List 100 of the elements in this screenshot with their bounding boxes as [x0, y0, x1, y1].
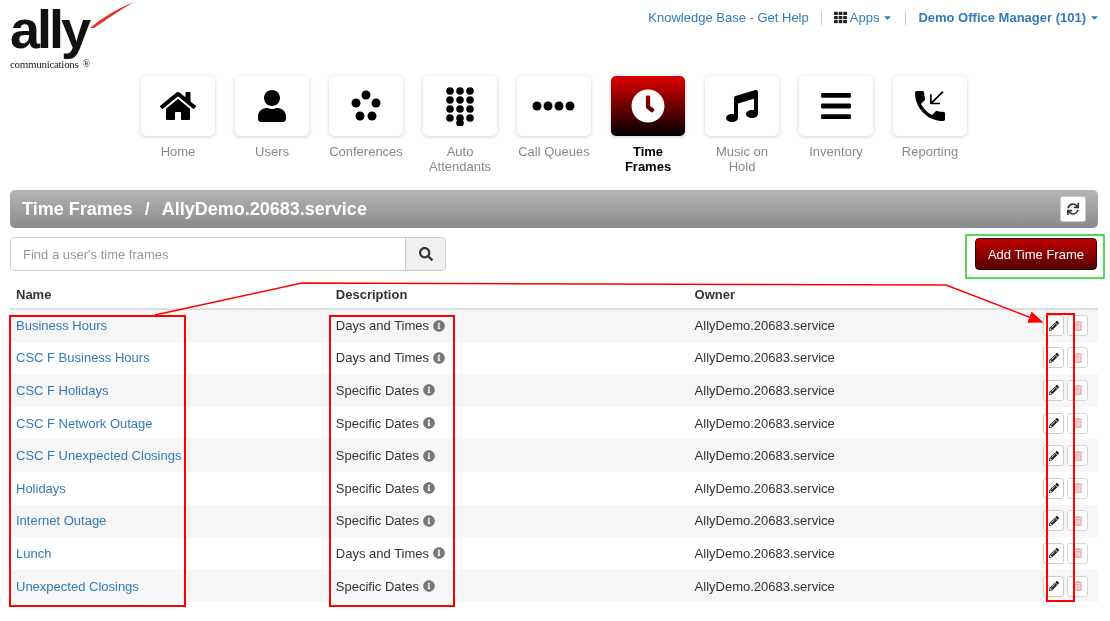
nav-label[interactable]: Users — [234, 144, 310, 159]
search-icon — [418, 247, 433, 261]
pencil-icon — [1048, 515, 1059, 526]
edit-button[interactable] — [1043, 510, 1064, 532]
pencil-icon — [1048, 352, 1059, 363]
info-icon — [422, 580, 435, 593]
edit-button[interactable] — [1043, 542, 1064, 564]
description-text: Days and Times — [335, 318, 430, 334]
time-frame-link[interactable]: Internet Outage — [16, 513, 107, 529]
owner-cell: AllyDemo.20683.service — [688, 374, 1037, 407]
owner-cell: AllyDemo.20683.service — [688, 537, 1037, 570]
clock-icon — [631, 89, 665, 123]
registered-mark: ® — [82, 58, 90, 70]
domain-title: AllyDemo.20683.service — [161, 198, 367, 220]
user-menu[interactable]: Demo Office Manager (101) — [918, 10, 1100, 25]
delete-button[interactable] — [1067, 575, 1088, 597]
nav-label[interactable]: Inventory — [798, 144, 874, 159]
nav-label[interactable]: Time Frames — [610, 144, 686, 174]
edit-button[interactable] — [1043, 477, 1064, 499]
apps-menu[interactable]: Apps — [833, 10, 894, 25]
search-field[interactable]: Find a user's time frames — [10, 237, 446, 271]
edit-button[interactable] — [1043, 380, 1064, 401]
help-link[interactable]: Knowledge Base - Get Help — [648, 10, 809, 25]
description-text: Specific Dates — [335, 415, 419, 431]
breadcrumb-separator: / — [144, 198, 150, 220]
pencil-icon — [1048, 418, 1059, 429]
edit-button[interactable] — [1043, 412, 1064, 434]
nav-label[interactable]: Home — [140, 144, 216, 159]
edit-button[interactable] — [1043, 575, 1064, 597]
dots-circle-icon — [349, 89, 383, 123]
time-frame-link[interactable]: Lunch — [16, 545, 52, 561]
owner-cell: AllyDemo.20683.service — [688, 406, 1037, 440]
description-text: Specific Dates — [335, 448, 419, 464]
time-frame-link[interactable]: CSC F Network Outage — [16, 415, 153, 431]
time-frame-link[interactable]: CSC F Unexpected Closings — [16, 448, 182, 464]
info-icon — [433, 351, 446, 364]
music-note-icon — [726, 90, 758, 122]
nav-label[interactable]: Auto Attendants — [422, 144, 498, 174]
trash-icon — [1072, 320, 1083, 331]
user-icon — [256, 90, 288, 122]
owner-cell: AllyDemo.20683.service — [688, 569, 1037, 603]
time-frame-link[interactable]: CSC F Holidays — [16, 383, 109, 398]
description-text: Specific Dates — [335, 578, 419, 594]
add-time-frame-button[interactable]: Add Time Frame — [974, 238, 1097, 270]
logo-tagline: communications — [10, 58, 79, 70]
nav-tile[interactable] — [705, 76, 779, 136]
grid-icon — [833, 11, 847, 24]
trash-icon — [1072, 450, 1083, 461]
edit-button[interactable] — [1043, 315, 1064, 337]
delete-button[interactable] — [1067, 380, 1088, 401]
delete-button[interactable] — [1067, 510, 1088, 532]
time-frame-link[interactable]: CSC F Business Hours — [16, 350, 150, 366]
edit-button[interactable] — [1043, 445, 1064, 467]
delete-button[interactable] — [1067, 412, 1088, 434]
pencil-icon — [1048, 450, 1059, 461]
info-icon — [422, 449, 435, 462]
dialpad-icon — [445, 86, 475, 126]
edit-button[interactable] — [1043, 347, 1064, 369]
nav-label[interactable]: Reporting — [892, 144, 968, 159]
delete-button[interactable] — [1067, 315, 1088, 337]
description-text: Days and Times — [335, 350, 430, 366]
nav-tile[interactable] — [141, 76, 215, 136]
nav-tile[interactable] — [517, 76, 591, 136]
description-text: Specific Dates — [335, 480, 419, 496]
info-icon — [422, 482, 435, 495]
nav-label[interactable]: Conferences — [328, 144, 404, 159]
pencil-icon — [1048, 548, 1059, 559]
page-title: Time Frames — [22, 198, 133, 220]
delete-button[interactable] — [1067, 445, 1088, 467]
trash-icon — [1072, 515, 1083, 526]
trash-icon — [1072, 352, 1083, 363]
nav-tile[interactable] — [423, 76, 497, 136]
search-button[interactable] — [405, 238, 445, 270]
time-frame-link[interactable]: Business Hours — [16, 318, 108, 334]
trash-icon — [1072, 385, 1083, 396]
owner-cell: AllyDemo.20683.service — [688, 309, 1037, 342]
trash-icon — [1072, 418, 1083, 429]
nav-tile[interactable] — [799, 76, 873, 136]
nav-tile[interactable] — [893, 76, 967, 136]
trash-icon — [1072, 548, 1083, 559]
pencil-icon — [1048, 581, 1059, 592]
pencil-icon — [1048, 320, 1059, 331]
nav-label[interactable]: Call Queues — [516, 144, 592, 159]
nav-tile[interactable] — [611, 76, 685, 136]
owner-cell: AllyDemo.20683.service — [688, 471, 1037, 505]
logo-wordmark: ally — [10, 0, 89, 58]
trash-icon — [1072, 581, 1083, 592]
delete-button[interactable] — [1067, 477, 1088, 499]
nav-label[interactable]: Music on Hold — [704, 144, 780, 174]
nav-tile[interactable] — [235, 76, 309, 136]
delete-button[interactable] — [1067, 347, 1088, 369]
time-frame-link[interactable]: Holidays — [16, 480, 66, 496]
description-text: Specific Dates — [335, 513, 419, 529]
trash-icon — [1072, 483, 1083, 494]
delete-button[interactable] — [1067, 542, 1088, 564]
pencil-icon — [1048, 483, 1059, 494]
time-frame-link[interactable]: Unexpected Closings — [16, 578, 139, 594]
info-icon — [422, 514, 435, 527]
nav-tile[interactable] — [329, 76, 403, 136]
refresh-button[interactable] — [1060, 196, 1086, 222]
